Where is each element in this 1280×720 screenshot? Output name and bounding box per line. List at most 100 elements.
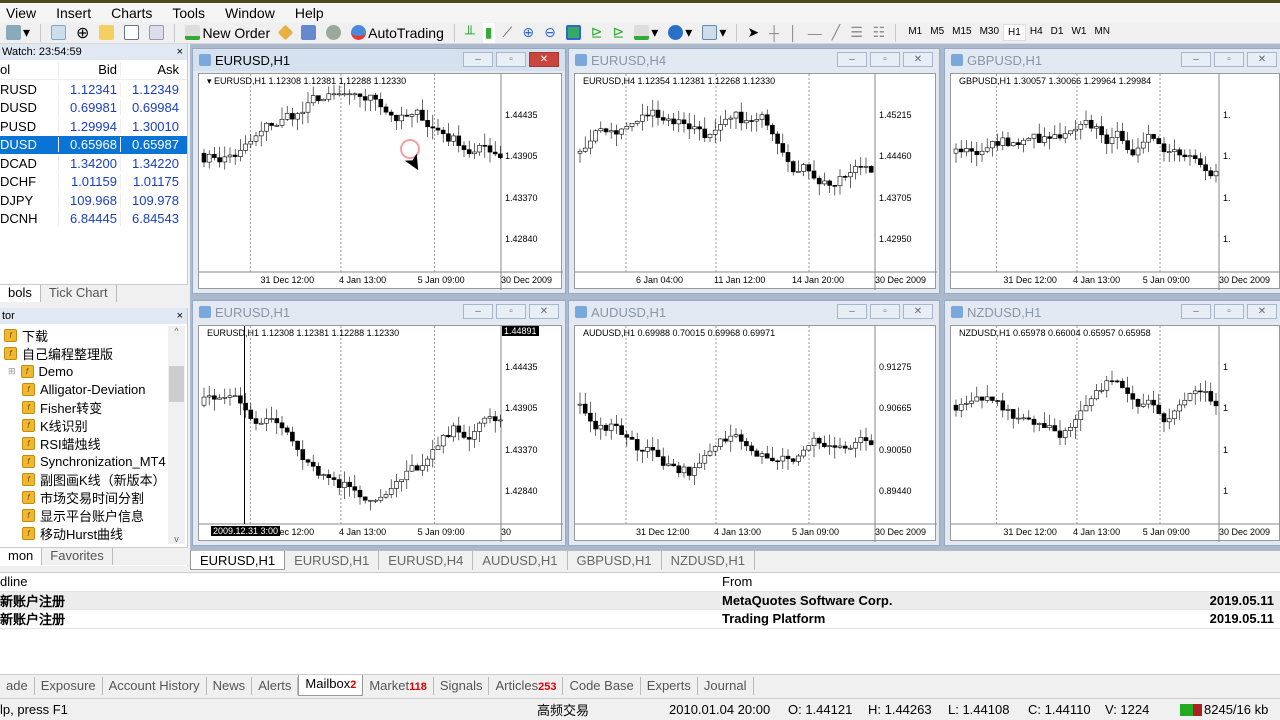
maximize-button[interactable]: ▫: [496, 52, 526, 67]
templates-button[interactable]: ▾: [700, 23, 728, 43]
chart-titlebar[interactable]: GBPUSD,H1 – ▫ ✕: [945, 49, 1280, 71]
chart-tab[interactable]: AUDUSD,H1: [473, 551, 568, 570]
chart-plot[interactable]: NZDUSD,H1 0.65978 0.66004 0.65957 0.6595…: [950, 325, 1280, 542]
zoom-in-button[interactable]: ⊕: [520, 23, 536, 43]
close-button[interactable]: ✕: [903, 52, 933, 67]
chart-shift-button[interactable]: ⊵: [589, 23, 605, 43]
minimize-button[interactable]: –: [1181, 304, 1211, 319]
status-profile[interactable]: 高频交易: [537, 700, 589, 719]
market-watch-row[interactable]: DCHF 1.01159 1.01175: [0, 173, 187, 192]
close-button[interactable]: ✕: [1247, 52, 1277, 67]
candlestick-chart[interactable]: [199, 74, 563, 290]
chart-titlebar[interactable]: EURUSD,H1 – ▫ ✕: [193, 301, 565, 323]
zoom-out-button[interactable]: ⊖: [542, 23, 558, 43]
candlestick-chart[interactable]: [951, 326, 1280, 542]
terminal-button[interactable]: [122, 23, 141, 43]
timeframe-h1[interactable]: H1: [1003, 24, 1026, 41]
metaeditor-button[interactable]: [277, 23, 294, 43]
chart-window[interactable]: EURUSD,H1 – ▫ ✕ EURUSD,H1 1.12308 1.12381 1.…: [192, 300, 566, 546]
close-icon[interactable]: ×: [177, 310, 183, 322]
market-watch-row[interactable]: DUSD 0.69981 0.69984: [0, 99, 187, 118]
expand-icon[interactable]: ⊞: [8, 366, 16, 377]
signals-button[interactable]: [324, 23, 343, 43]
chart-window[interactable]: EURUSD,H1 – ▫ ✕ ▾ EURUSD,H1 1.12308 1.12381 …: [192, 48, 566, 294]
market-watch-row[interactable]: DCNH 6.84445 6.84543: [0, 210, 187, 229]
close-button[interactable]: ✕: [903, 304, 933, 319]
autoscroll-button[interactable]: ⊵: [611, 23, 627, 43]
trendline-button[interactable]: ╱: [830, 23, 842, 43]
market-watch-row[interactable]: DCAD 1.34200 1.34220: [0, 154, 187, 173]
scroll-down-icon[interactable]: v: [168, 534, 185, 544]
menu-tools[interactable]: Tools: [172, 5, 205, 21]
candlestick-chart[interactable]: [575, 74, 937, 290]
chart-tab[interactable]: GBPUSD,H1: [568, 551, 662, 570]
tab-account-history[interactable]: Account History: [103, 676, 207, 695]
fibonacci-button[interactable]: ☷: [871, 23, 888, 43]
minimize-button[interactable]: –: [837, 52, 867, 67]
chart-window[interactable]: GBPUSD,H1 – ▫ ✕ GBPUSD,H1 1.30057 1.30066 1.…: [944, 48, 1280, 294]
column-bid[interactable]: Bid: [58, 62, 120, 77]
navigator-item[interactable]: f 显示平台账户信息: [0, 506, 187, 524]
chart-window[interactable]: EURUSD,H4 – ▫ ✕ EURUSD,H4 1.12354 1.12381 1.…: [568, 48, 940, 294]
timeframe-mn[interactable]: MN: [1090, 24, 1114, 41]
chart-titlebar[interactable]: EURUSD,H1 – ▫ ✕: [193, 49, 565, 71]
tab-mailbox[interactable]: Mailbox2: [298, 675, 364, 696]
chart-tab[interactable]: EURUSD,H1: [285, 551, 380, 570]
candlestick-chart[interactable]: [575, 326, 937, 542]
minimize-button[interactable]: –: [463, 304, 493, 319]
navigator-scrollbar[interactable]: ^ v: [168, 326, 185, 544]
maximize-button[interactable]: ▫: [1214, 52, 1244, 67]
new-chart-button[interactable]: ▾: [4, 23, 32, 43]
navigator-item[interactable]: f RSI蜡烛线: [0, 434, 187, 452]
tab-alerts[interactable]: Alerts: [252, 676, 299, 695]
scroll-thumb[interactable]: [169, 366, 184, 402]
autotrading-button[interactable]: AutoTrading: [349, 23, 446, 43]
market-watch-row[interactable]: RUSD 1.12341 1.12349: [0, 80, 187, 99]
market-watch-button[interactable]: [49, 23, 68, 43]
tab-0[interactable]: mon: [0, 548, 43, 565]
line-chart-button[interactable]: ⟋: [501, 23, 515, 43]
tab-articles[interactable]: Articles253: [489, 676, 564, 695]
horizontal-line-button[interactable]: —: [806, 23, 824, 43]
maximize-button[interactable]: ▫: [1214, 304, 1244, 319]
equidistant-channel-button[interactable]: ☰: [848, 23, 865, 43]
timeframe-h4[interactable]: H4: [1026, 24, 1047, 41]
crosshair-button[interactable]: ┼: [767, 23, 781, 43]
column-symbol[interactable]: ol: [0, 62, 58, 77]
close-icon[interactable]: ×: [177, 46, 183, 58]
navigator-item[interactable]: f 移动Hurst曲线: [0, 524, 187, 542]
navigator-item[interactable]: f 下载: [0, 326, 187, 344]
timeframe-m15[interactable]: M15: [948, 24, 975, 41]
navigator-item[interactable]: f Fisher转变: [0, 398, 187, 416]
chart-plot[interactable]: EURUSD,H1 1.12308 1.12381 1.12288 1.1233…: [198, 325, 563, 542]
chart-tab[interactable]: EURUSD,H4: [379, 551, 474, 570]
tab-0[interactable]: bols: [0, 285, 41, 302]
market-watch-row[interactable]: PUSD 1.29994 1.30010: [0, 117, 187, 136]
chart-titlebar[interactable]: AUDUSD,H1 – ▫ ✕: [569, 301, 939, 323]
minimize-button[interactable]: –: [837, 304, 867, 319]
navigator-button[interactable]: [97, 23, 116, 43]
vertical-line-button[interactable]: │: [787, 23, 800, 43]
tile-windows-button[interactable]: [564, 23, 583, 43]
options-button[interactable]: [299, 23, 318, 43]
menu-insert[interactable]: Insert: [56, 5, 91, 21]
timeframe-m1[interactable]: M1: [904, 24, 926, 41]
strategy-tester-button[interactable]: [147, 23, 166, 43]
chart-plot[interactable]: EURUSD,H4 1.12354 1.12381 1.12268 1.1233…: [574, 73, 937, 290]
navigator-item[interactable]: f Alligator-Deviation: [0, 380, 187, 398]
navigator-item[interactable]: ⊞ f Demo: [0, 362, 187, 380]
menu-view[interactable]: View: [6, 5, 36, 21]
maximize-button[interactable]: ▫: [870, 304, 900, 319]
tab-news[interactable]: News: [207, 676, 253, 695]
navigator-item[interactable]: f 市场交易时间分割: [0, 488, 187, 506]
chart-titlebar[interactable]: NZDUSD,H1 – ▫ ✕: [945, 301, 1280, 323]
menu-charts[interactable]: Charts: [111, 5, 152, 21]
navigator-item[interactable]: f 自己编程整理版: [0, 344, 187, 362]
scroll-up-icon[interactable]: ^: [168, 326, 185, 336]
data-window-button[interactable]: ⊕: [74, 23, 91, 43]
indicators-button[interactable]: ▾: [632, 23, 660, 43]
menu-window[interactable]: Window: [225, 5, 275, 21]
tab-ade[interactable]: ade: [0, 676, 35, 695]
tab-exposure[interactable]: Exposure: [35, 676, 103, 695]
tab-1[interactable]: Tick Chart: [41, 285, 117, 302]
